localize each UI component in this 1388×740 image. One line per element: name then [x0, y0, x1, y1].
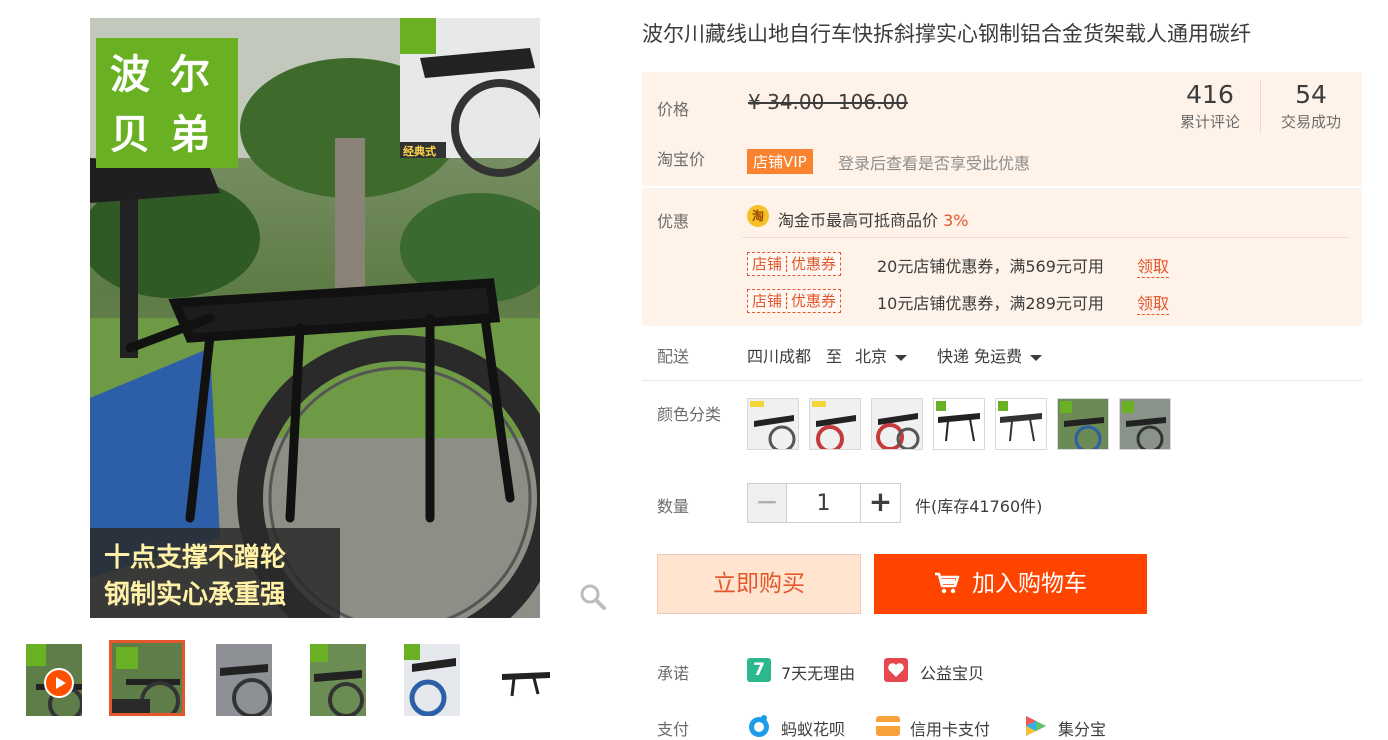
brand-char-3: 贝 — [110, 112, 150, 158]
inset-badge: 经典式 — [403, 144, 436, 158]
chevron-down-icon — [895, 354, 908, 361]
payment-item: 集分宝 — [1058, 720, 1107, 739]
promise-item[interactable]: 公益宝贝 — [920, 660, 984, 684]
quantity-decrease-button[interactable]: − — [747, 483, 787, 523]
seven-day-return-icon: 7 — [747, 658, 771, 682]
banner-line-1: 十点支撑不蹭轮 — [104, 542, 286, 573]
thumbnail-6[interactable] — [498, 644, 554, 716]
banner-line-2: 钢制实心承重强 — [104, 579, 286, 610]
coupon-tag: 店铺┊优惠券 — [747, 289, 842, 313]
thumbnail-5[interactable] — [404, 644, 460, 716]
sales-label: 交易成功 — [1280, 113, 1341, 131]
taojinbi-icon: 淘 — [747, 205, 769, 227]
brand-char-1: 波 — [110, 52, 150, 98]
quantity-label: 数量 — [657, 497, 690, 516]
reviews-label: 累计评论 — [1179, 113, 1240, 131]
quantity-increase-button[interactable]: + — [861, 483, 901, 523]
coupon-claim-link[interactable]: 领取 — [1137, 290, 1170, 315]
brand-char-4: 弟 — [170, 112, 210, 158]
ship-to-word: 至 — [826, 347, 843, 366]
vip-login-link[interactable]: 登录后查看是否享受此优惠 — [838, 150, 1030, 174]
taobao-price-label: 淘宝价 — [657, 150, 706, 169]
ship-method: 快递 免运费 — [937, 347, 1023, 366]
payment-label: 支付 — [657, 720, 690, 739]
thumbnail-3[interactable] — [216, 644, 272, 716]
color-swatch[interactable] — [871, 398, 923, 450]
brand-char-2: 尔 — [170, 52, 210, 98]
thumbnail-video[interactable] — [26, 644, 82, 716]
coupon-tag: 店铺┊优惠券 — [747, 252, 842, 276]
coin-offer-percent: 3% — [943, 211, 969, 230]
coupon-desc: 20元店铺优惠券，满569元可用 — [877, 257, 1104, 276]
ship-destination: 北京 — [855, 347, 888, 366]
jifenbao-icon — [1026, 716, 1046, 736]
price-panel: 价格 ¥ 34.00 -106.00 淘宝价 店铺VIP 登录后查看是否享受此优… — [642, 72, 1362, 186]
ship-destination-select[interactable]: 北京 — [855, 343, 908, 367]
product-title: 波尔川藏线山地自行车快拆斜撑实心钢制铝合金货架载人通用碳纤 — [642, 22, 1251, 46]
sales-count: 54 — [1295, 80, 1327, 109]
buy-now-button[interactable]: 立即购买 — [657, 554, 861, 614]
color-swatch[interactable] — [995, 398, 1047, 450]
cart-icon — [935, 572, 960, 593]
thumbnail-selected[interactable] — [109, 640, 185, 716]
main-product-image[interactable]: 波 尔 贝 弟 经典式 十点支撑不蹭轮 钢制实心承重强 — [90, 18, 540, 618]
add-to-cart-label: 加入购物车 — [972, 571, 1087, 597]
coin-offer: 淘金币最高可抵商品价 3% — [778, 207, 969, 231]
color-swatch[interactable] — [809, 398, 861, 450]
color-swatch[interactable] — [1057, 398, 1109, 450]
color-swatch-list — [747, 398, 1177, 454]
huabei-icon — [749, 715, 769, 737]
zoom-icon[interactable] — [578, 582, 608, 612]
color-swatch[interactable] — [933, 398, 985, 450]
chevron-down-icon — [1030, 354, 1043, 361]
price-label: 价格 — [657, 100, 690, 119]
divider — [642, 380, 1362, 381]
reviews-stat[interactable]: 416 累计评论 — [1160, 80, 1260, 132]
price-range: ¥ 34.00 -106.00 — [748, 90, 908, 114]
coupon-desc: 10元店铺优惠券，满289元可用 — [877, 294, 1104, 313]
shipping-label: 配送 — [657, 347, 690, 366]
promise-item[interactable]: 7天无理由 — [781, 660, 855, 684]
sales-stat: 54 交易成功 — [1261, 80, 1361, 132]
payment-item: 信用卡支付 — [910, 720, 991, 739]
color-swatch[interactable] — [747, 398, 799, 450]
thumbnail-strip — [22, 640, 602, 720]
ship-method-select[interactable]: 快递 免运费 — [937, 343, 1043, 367]
vip-badge: 店铺VIP — [747, 149, 813, 174]
add-to-cart-button[interactable]: 加入购物车 — [874, 554, 1147, 614]
charity-icon — [884, 658, 908, 682]
promise-label: 承诺 — [657, 664, 690, 683]
promo-panel: 优惠 淘 淘金币最高可抵商品价 3% 店铺┊优惠券 20元店铺优惠券，满569元… — [642, 188, 1362, 326]
stock-info: 件(库存41760件) — [915, 497, 1043, 516]
payment-item: 蚂蚁花呗 — [781, 720, 846, 739]
coin-offer-text: 淘金币最高可抵商品价 — [778, 211, 939, 230]
color-label: 颜色分类 — [657, 405, 722, 424]
ship-from: 四川成都 — [747, 347, 812, 366]
play-icon[interactable] — [44, 668, 74, 698]
color-swatch[interactable] — [1119, 398, 1171, 450]
quantity-input[interactable] — [787, 483, 861, 523]
credit-card-icon — [876, 716, 900, 736]
coupon-claim-link[interactable]: 领取 — [1137, 253, 1170, 278]
promo-divider — [742, 237, 1350, 238]
thumbnail-4[interactable] — [310, 644, 366, 716]
reviews-count: 416 — [1186, 80, 1234, 109]
promo-label: 优惠 — [657, 212, 690, 231]
